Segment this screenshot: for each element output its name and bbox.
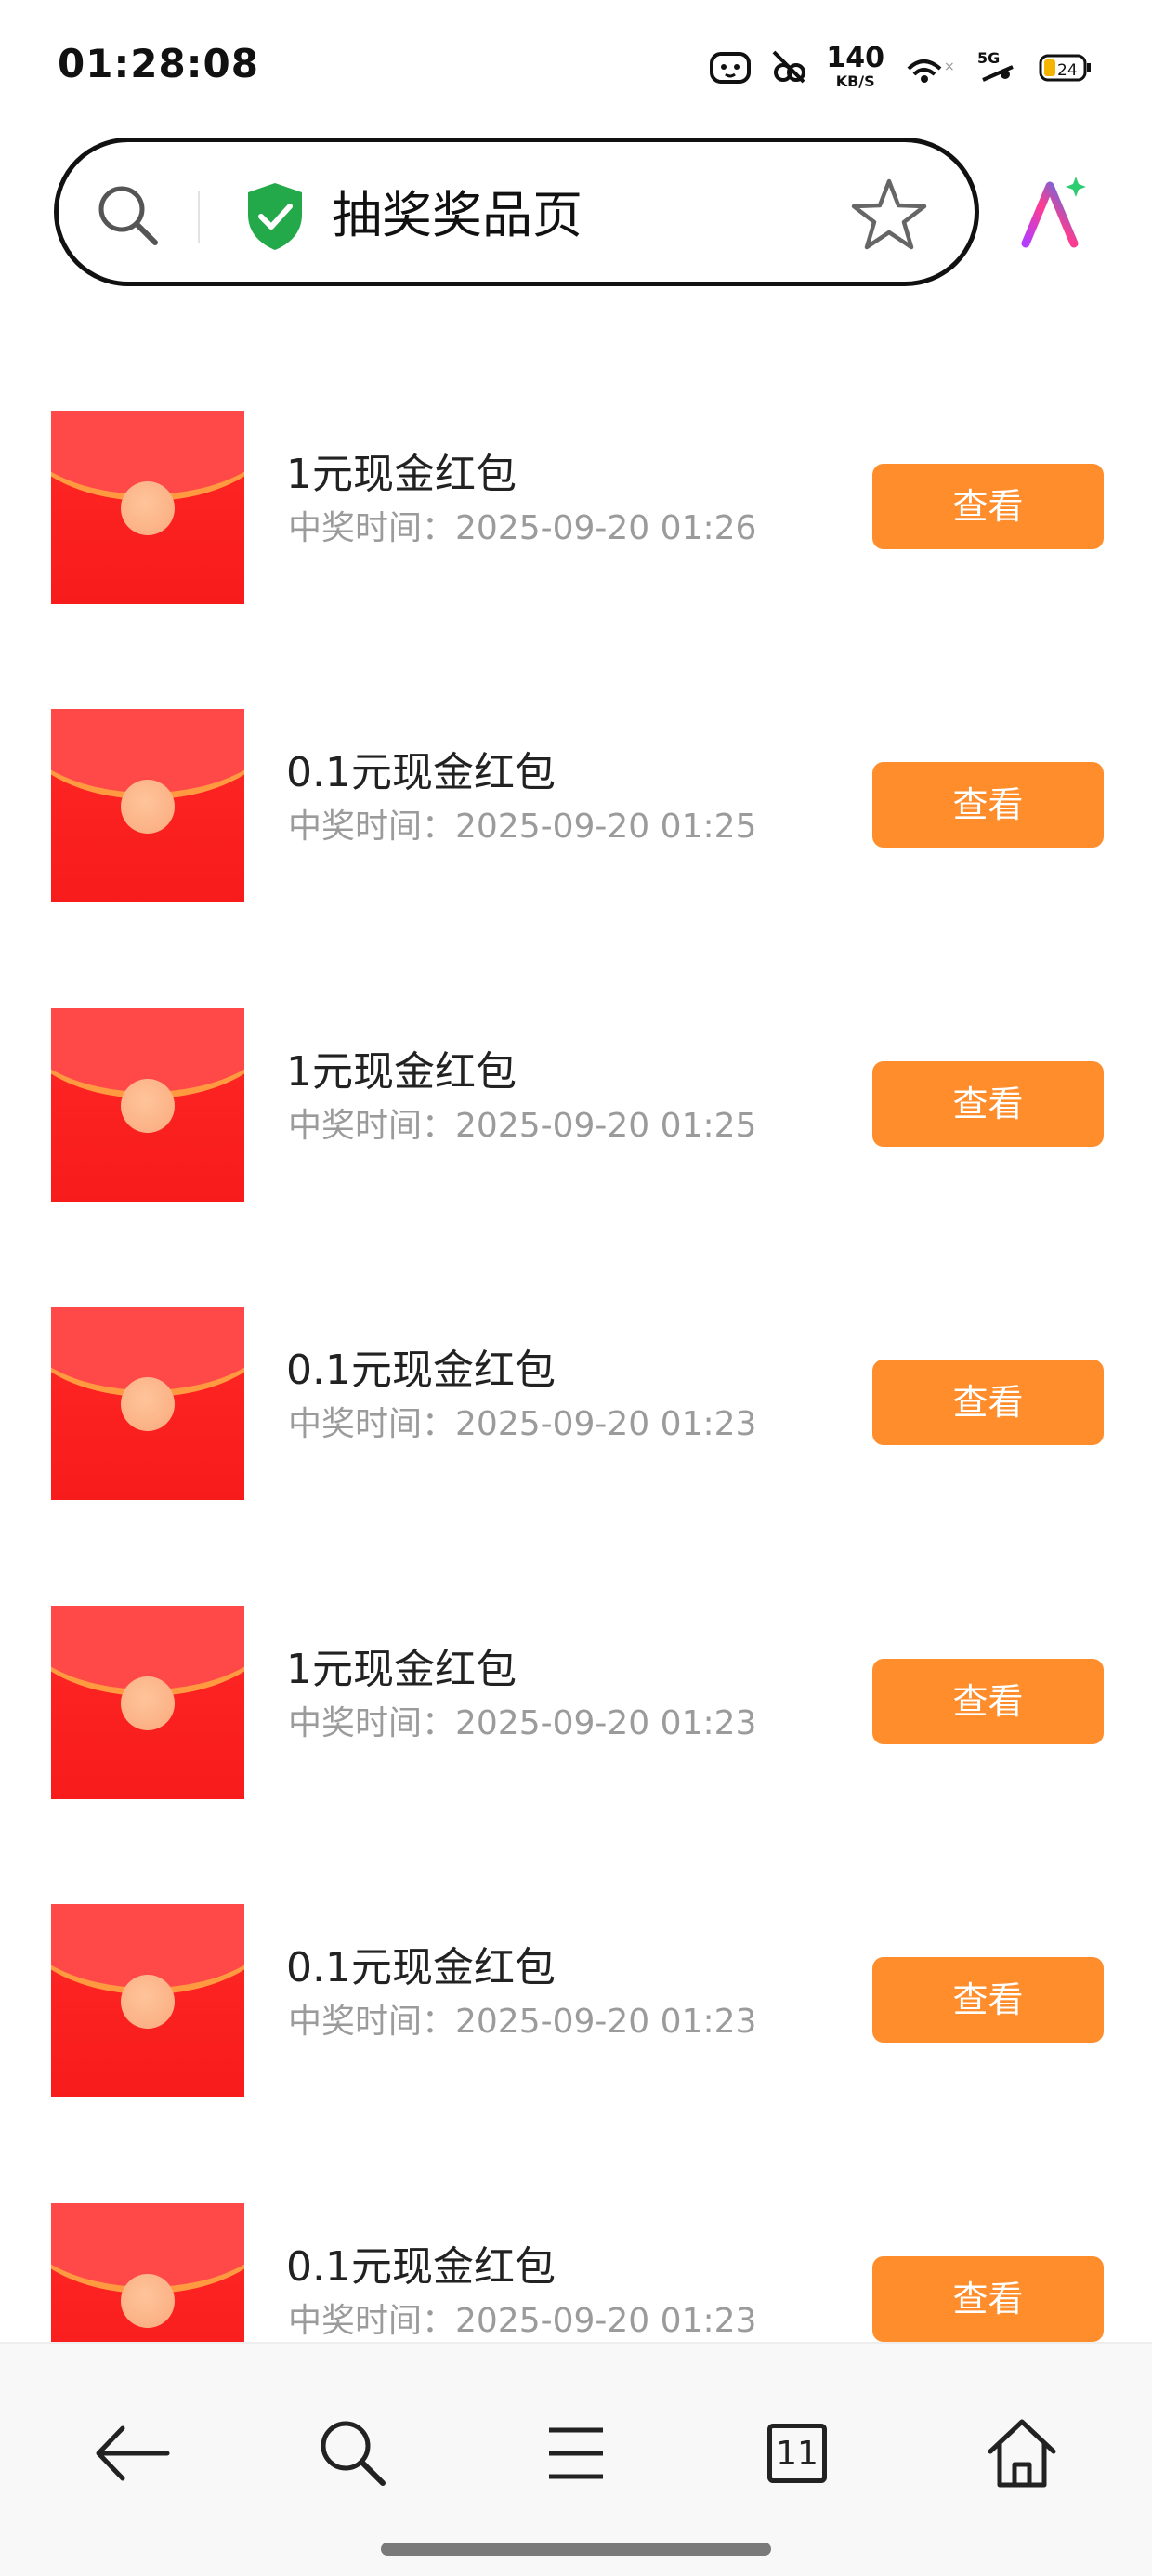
network-speed-unit: KB/S xyxy=(835,72,875,90)
list-item: 1元现金红包 中奖时间：2025-09-20 01:25 查看 xyxy=(0,951,1152,1202)
network-speed-value: 140 xyxy=(826,42,884,74)
home-indicator-bar[interactable] xyxy=(381,2543,771,2556)
red-envelope-image xyxy=(51,1008,244,1202)
status-time: 01:28:08 xyxy=(58,41,259,86)
prize-time: 中奖时间：2025-09-20 01:25 xyxy=(288,808,757,846)
do-not-disturb-icon xyxy=(770,48,807,85)
view-button[interactable]: 查看 xyxy=(872,1957,1104,2043)
home-button[interactable] xyxy=(975,2407,1068,2500)
status-bar: 01:28:08 140 KB/S × 5G 24 xyxy=(0,0,1152,130)
prize-time: 中奖时间：2025-09-20 01:23 xyxy=(288,1704,757,1742)
list-item: 1元现金红包 中奖时间：2025-09-20 01:26 查看 xyxy=(0,353,1152,604)
page-title[interactable]: 抽奖奖品页 xyxy=(332,185,583,246)
view-button[interactable]: 查看 xyxy=(872,762,1104,848)
network-speed: 140 KB/S xyxy=(826,45,884,89)
svg-text:×: × xyxy=(944,59,955,74)
bottom-navigation: 11 xyxy=(0,2342,1152,2576)
address-divider xyxy=(198,191,200,243)
list-item: 0.1元现金红包 中奖时间：2025-09-20 01:23 查看 xyxy=(0,2146,1152,2342)
menu-icon xyxy=(549,2427,603,2479)
home-icon xyxy=(988,2419,1056,2488)
prize-name: 1元现金红包 xyxy=(286,1646,517,1693)
prize-time: 中奖时间：2025-09-20 01:23 xyxy=(288,2302,757,2340)
back-arrow-icon xyxy=(96,2425,170,2481)
red-envelope-image xyxy=(51,709,244,902)
prize-name: 0.1元现金红包 xyxy=(286,2243,556,2291)
view-button[interactable]: 查看 xyxy=(872,1659,1104,1744)
browser-screen: 01:28:08 140 KB/S × 5G 24 抽奖奖品页 1元现金红包 中… xyxy=(0,0,1152,2576)
prize-time: 中奖时间：2025-09-20 01:25 xyxy=(288,1107,757,1145)
red-envelope-image xyxy=(51,411,244,604)
tab-count: 11 xyxy=(776,2434,818,2473)
list-item: 0.1元现金红包 中奖时间：2025-09-20 01:23 查看 xyxy=(0,1249,1152,1500)
red-envelope-image xyxy=(51,1606,244,1799)
prize-time: 中奖时间：2025-09-20 01:23 xyxy=(288,1405,757,1443)
view-button[interactable]: 查看 xyxy=(872,2256,1104,2342)
nav-search-button[interactable] xyxy=(307,2407,399,2500)
battery-level: 24 xyxy=(1057,61,1078,80)
address-bar[interactable]: 抽奖奖品页 xyxy=(54,138,979,286)
tabs-icon: 11 xyxy=(767,2424,827,2483)
prize-name: 0.1元现金红包 xyxy=(286,749,556,796)
list-item: 0.1元现金红包 中奖时间：2025-09-20 01:25 查看 xyxy=(0,651,1152,902)
prize-list: 1元现金红包 中奖时间：2025-09-20 01:26 查看 0.1元现金红包… xyxy=(0,353,1152,2342)
shield-check-icon[interactable] xyxy=(242,179,308,257)
status-icons: 140 KB/S × 5G 24 xyxy=(709,41,1093,93)
view-button[interactable]: 查看 xyxy=(872,1360,1104,1445)
notification-app-icon xyxy=(709,48,752,85)
back-button[interactable] xyxy=(85,2407,178,2500)
star-icon[interactable] xyxy=(850,176,928,257)
prize-name: 1元现金红包 xyxy=(286,1048,517,1096)
red-envelope-image xyxy=(51,2203,244,2342)
view-button[interactable]: 查看 xyxy=(872,464,1104,549)
battery-icon: 24 xyxy=(1037,48,1093,85)
menu-button[interactable] xyxy=(530,2407,622,2500)
prize-name: 0.1元现金红包 xyxy=(286,1944,556,1991)
signal-5g-icon: 5G xyxy=(977,48,1018,85)
list-item: 0.1元现金红包 中奖时间：2025-09-20 01:23 查看 xyxy=(0,1847,1152,2097)
tabs-button[interactable]: 11 xyxy=(751,2407,844,2500)
prize-name: 0.1元现金红包 xyxy=(286,1347,556,1394)
wifi-icon: × xyxy=(903,48,959,85)
list-item: 1元现金红包 中奖时间：2025-09-20 01:23 查看 xyxy=(0,1548,1152,1799)
view-button[interactable]: 查看 xyxy=(872,1061,1104,1147)
prize-name: 1元现金红包 xyxy=(286,451,517,498)
prize-time: 中奖时间：2025-09-20 01:26 xyxy=(288,509,757,547)
red-envelope-image xyxy=(51,1307,244,1500)
search-icon xyxy=(321,2421,386,2486)
prize-time: 中奖时间：2025-09-20 01:23 xyxy=(288,2003,757,2041)
ai-assistant-icon[interactable] xyxy=(1013,173,1091,255)
red-envelope-image xyxy=(51,1904,244,2097)
signal-label: 5G xyxy=(977,49,1000,67)
search-icon[interactable] xyxy=(92,179,163,254)
